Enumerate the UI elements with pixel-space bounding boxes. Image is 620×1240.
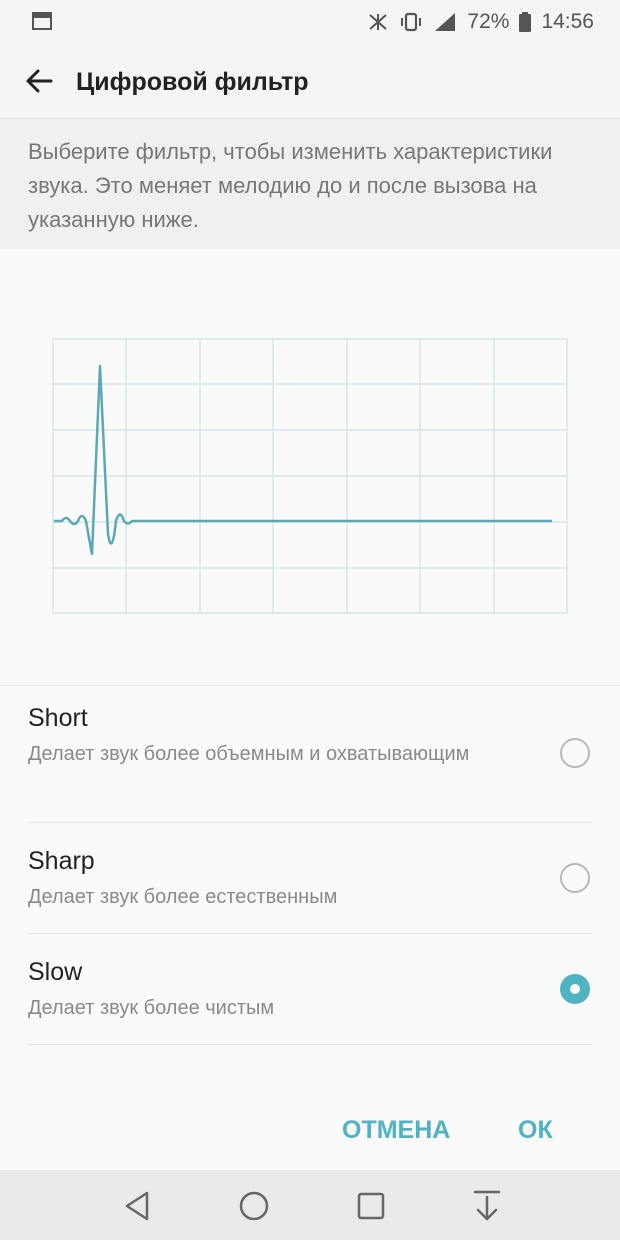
battery-icon <box>519 12 532 32</box>
battery-percent: 72% <box>467 10 510 33</box>
option-description: Делает звук более чистым <box>28 997 275 1019</box>
square-recents-icon <box>357 1192 385 1220</box>
option-slow[interactable]: Slow Делает звук более чистым <box>28 934 592 1045</box>
status-bar: 72% 14:56 <box>0 0 620 46</box>
option-title: Slow <box>28 958 83 986</box>
vibrate-icon <box>401 12 422 32</box>
option-description: Делает звук более объемным и охватывающи… <box>28 743 470 765</box>
description-text: Выберите фильтр, чтобы изменить характер… <box>28 139 553 232</box>
radio-sharp[interactable] <box>560 863 590 893</box>
filter-response-graph <box>52 338 568 614</box>
cancel-button[interactable]: ОТМЕНА <box>342 1116 450 1145</box>
graph-grid <box>52 338 568 614</box>
page-title: Цифровой фильтр <box>76 68 309 96</box>
nav-notifications-button[interactable] <box>467 1186 507 1226</box>
gallery-notification-icon <box>32 12 52 30</box>
ok-button[interactable]: ОК <box>518 1116 553 1145</box>
radio-slow[interactable] <box>560 974 590 1004</box>
dialog-buttons: ОТМЕНА ОК <box>0 1092 620 1170</box>
radio-short[interactable] <box>560 738 590 768</box>
navigation-bar <box>0 1170 620 1240</box>
clock: 14:56 <box>541 10 594 33</box>
option-description: Делает звук более естественным <box>28 886 338 908</box>
option-short[interactable]: Short Делает звук более объемным и охват… <box>28 686 592 823</box>
waveform-line <box>54 364 552 556</box>
nav-home-button[interactable] <box>234 1186 274 1226</box>
arrow-back-icon <box>26 69 53 93</box>
nav-back-button[interactable] <box>117 1186 157 1226</box>
nfc-icon <box>369 14 388 30</box>
description-panel: Выберите фильтр, чтобы изменить характер… <box>0 119 620 249</box>
option-sharp[interactable]: Sharp Делает звук более естественным <box>28 823 592 934</box>
app-bar: Цифровой фильтр <box>0 46 620 119</box>
pull-down-icon <box>473 1190 501 1221</box>
circle-home-icon <box>239 1191 269 1221</box>
signal-icon <box>435 13 456 31</box>
nav-recents-button[interactable] <box>351 1186 391 1226</box>
option-title: Sharp <box>28 847 95 875</box>
back-button[interactable] <box>14 56 64 106</box>
triangle-back-icon <box>125 1191 149 1221</box>
option-title: Short <box>28 704 88 732</box>
filter-options-list: Short Делает звук более объемным и охват… <box>0 685 620 1045</box>
